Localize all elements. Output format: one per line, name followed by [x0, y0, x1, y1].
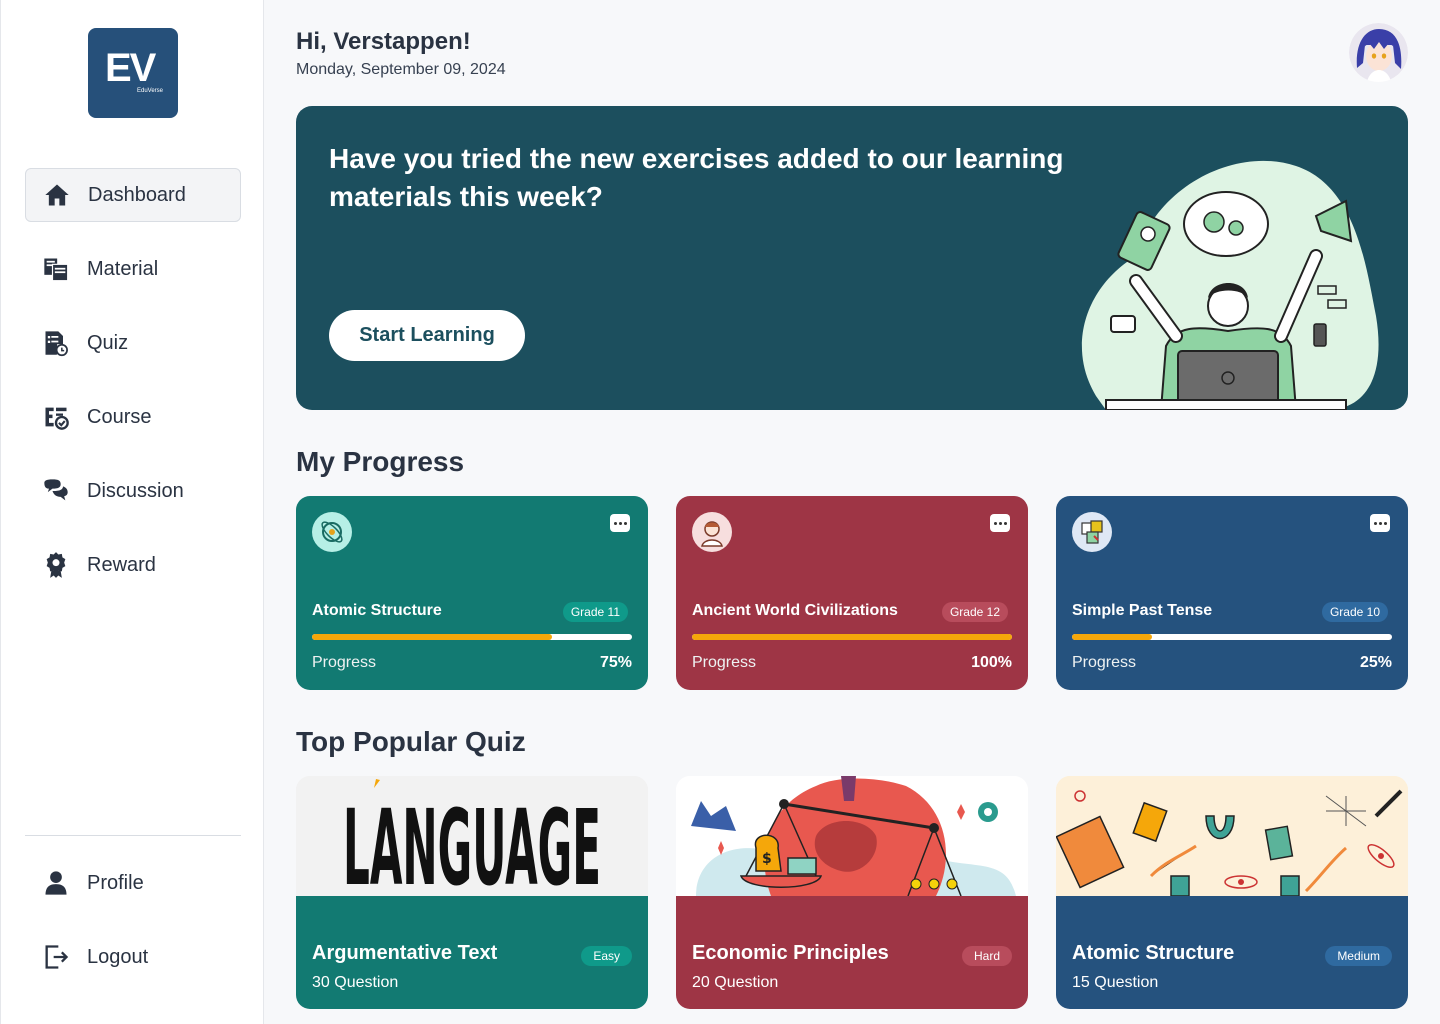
user-icon [25, 869, 87, 897]
sidebar-item-label: Logout [87, 945, 149, 968]
top-popular-quiz-title: Top Popular Quiz [296, 726, 526, 757]
course-icon [25, 403, 87, 431]
difficulty-badge: Hard [961, 946, 1012, 966]
sidebar-item-label: Dashboard [88, 183, 186, 206]
economics-cover-image: $ [676, 776, 1028, 896]
atom-illustration-icon [312, 512, 352, 552]
language-illustration-icon [1072, 512, 1112, 552]
home-icon [26, 181, 88, 209]
progress-label: Progress [692, 654, 757, 671]
progress-percent: 25% [1359, 654, 1392, 671]
sidebar: EV EduVerse Dashboard Material Quiz Cour… [0, 0, 264, 1024]
logo-text: EV [105, 46, 156, 90]
science-cover-image [1056, 776, 1408, 896]
sidebar-item-label: Course [87, 405, 152, 428]
sidebar-item-course[interactable]: Course [25, 390, 241, 444]
user-avatar[interactable] [1349, 23, 1408, 82]
progress-bar-fill [1072, 634, 1152, 640]
quiz-card-argumentative-text[interactable]: LANGUAGE Argumentative Text 30 Question … [296, 776, 648, 1009]
language-cover-text: LANGUAGE [343, 787, 601, 896]
grade-badge: Grade 12 [941, 602, 1008, 622]
sidebar-item-label: Material [87, 257, 159, 280]
progress-label: Progress [312, 654, 377, 671]
logout-icon [25, 943, 87, 971]
sidebar-item-reward[interactable]: Reward [25, 538, 241, 592]
difficulty-badge: Easy [581, 946, 632, 966]
sidebar-item-discussion[interactable]: Discussion [25, 464, 241, 518]
progress-bar-fill [312, 634, 552, 640]
progress-card-title: Ancient World Civilizations [692, 602, 898, 619]
sidebar-item-logout[interactable]: Logout [25, 930, 241, 984]
quiz-card-economic-principles[interactable]: $ Economic Principles 20 Question Hard [676, 776, 1028, 1009]
svg-text:$: $ [762, 851, 772, 867]
grade-badge: Grade 10 [1321, 602, 1388, 622]
historian-illustration-icon [692, 512, 732, 552]
progress-percent: 75% [599, 654, 632, 671]
grade-badge: Grade 11 [562, 602, 628, 622]
quiz-card-title: Economic Principles [692, 942, 889, 964]
more-options-button[interactable] [1370, 514, 1390, 532]
progress-label: Progress [1072, 654, 1137, 671]
quiz-question-count: 30 Question [312, 974, 399, 991]
discussion-icon [25, 477, 87, 505]
quiz-card-title: Atomic Structure [1072, 942, 1235, 964]
sidebar-item-quiz[interactable]: Quiz [25, 316, 241, 370]
quiz-card-body: Atomic Structure 15 Question Medium [1056, 896, 1408, 1009]
reward-icon [25, 551, 87, 579]
my-progress-title: My Progress [296, 446, 465, 477]
sidebar-item-material[interactable]: Material [25, 242, 241, 296]
quiz-question-count: 20 Question [692, 974, 779, 991]
sidebar-item-profile[interactable]: Profile [25, 856, 241, 910]
language-cover-image: LANGUAGE [296, 776, 648, 896]
logo-subtext: EduVerse [137, 88, 164, 94]
progress-card-ancient-world[interactable]: Ancient World Civilizations Grade 12 Pro… [676, 496, 1028, 690]
progress-bar [312, 634, 632, 640]
hero-headline: Have you tried the new exercises added t… [329, 143, 1064, 212]
quiz-card-atomic-structure[interactable]: Atomic Structure 15 Question Medium [1056, 776, 1408, 1009]
progress-card-atomic-structure[interactable]: Atomic Structure Grade 11 Progress 75% [296, 496, 648, 690]
more-options-button[interactable] [990, 514, 1010, 532]
sidebar-item-label: Reward [87, 553, 156, 576]
start-learning-button[interactable]: Start Learning [329, 310, 525, 361]
quiz-icon [25, 329, 87, 357]
hero-illustration [1081, 160, 1379, 410]
difficulty-badge: Medium [1325, 946, 1392, 966]
progress-card-simple-past-tense[interactable]: Simple Past Tense Grade 10 Progress 25% [1056, 496, 1408, 690]
progress-card-title: Atomic Structure [312, 602, 442, 619]
progress-bar-fill [692, 634, 1012, 640]
sidebar-divider [25, 835, 241, 836]
current-date: Monday, September 09, 2024 [296, 61, 506, 78]
progress-card-title: Simple Past Tense [1072, 602, 1213, 619]
sidebar-item-label: Profile [87, 871, 144, 894]
quiz-question-count: 15 Question [1072, 974, 1159, 991]
material-icon [25, 255, 87, 283]
sidebar-item-label: Quiz [87, 331, 129, 354]
sidebar-item-dashboard[interactable]: Dashboard [25, 168, 241, 222]
eduverse-logo[interactable]: EV EduVerse [88, 28, 178, 118]
progress-percent: 100% [971, 654, 1012, 671]
progress-bar [1072, 634, 1392, 640]
hero-banner: Have you tried the new exercises added t… [296, 106, 1408, 410]
quiz-card-body: Argumentative Text 30 Question Easy [296, 896, 648, 1009]
progress-bar [692, 634, 1012, 640]
more-options-button[interactable] [610, 514, 630, 532]
quiz-card-title: Argumentative Text [312, 942, 498, 964]
quiz-card-body: Economic Principles 20 Question Hard [676, 896, 1028, 1009]
sidebar-item-label: Discussion [87, 479, 184, 502]
greeting-text: Hi, Verstappen! [296, 28, 471, 55]
